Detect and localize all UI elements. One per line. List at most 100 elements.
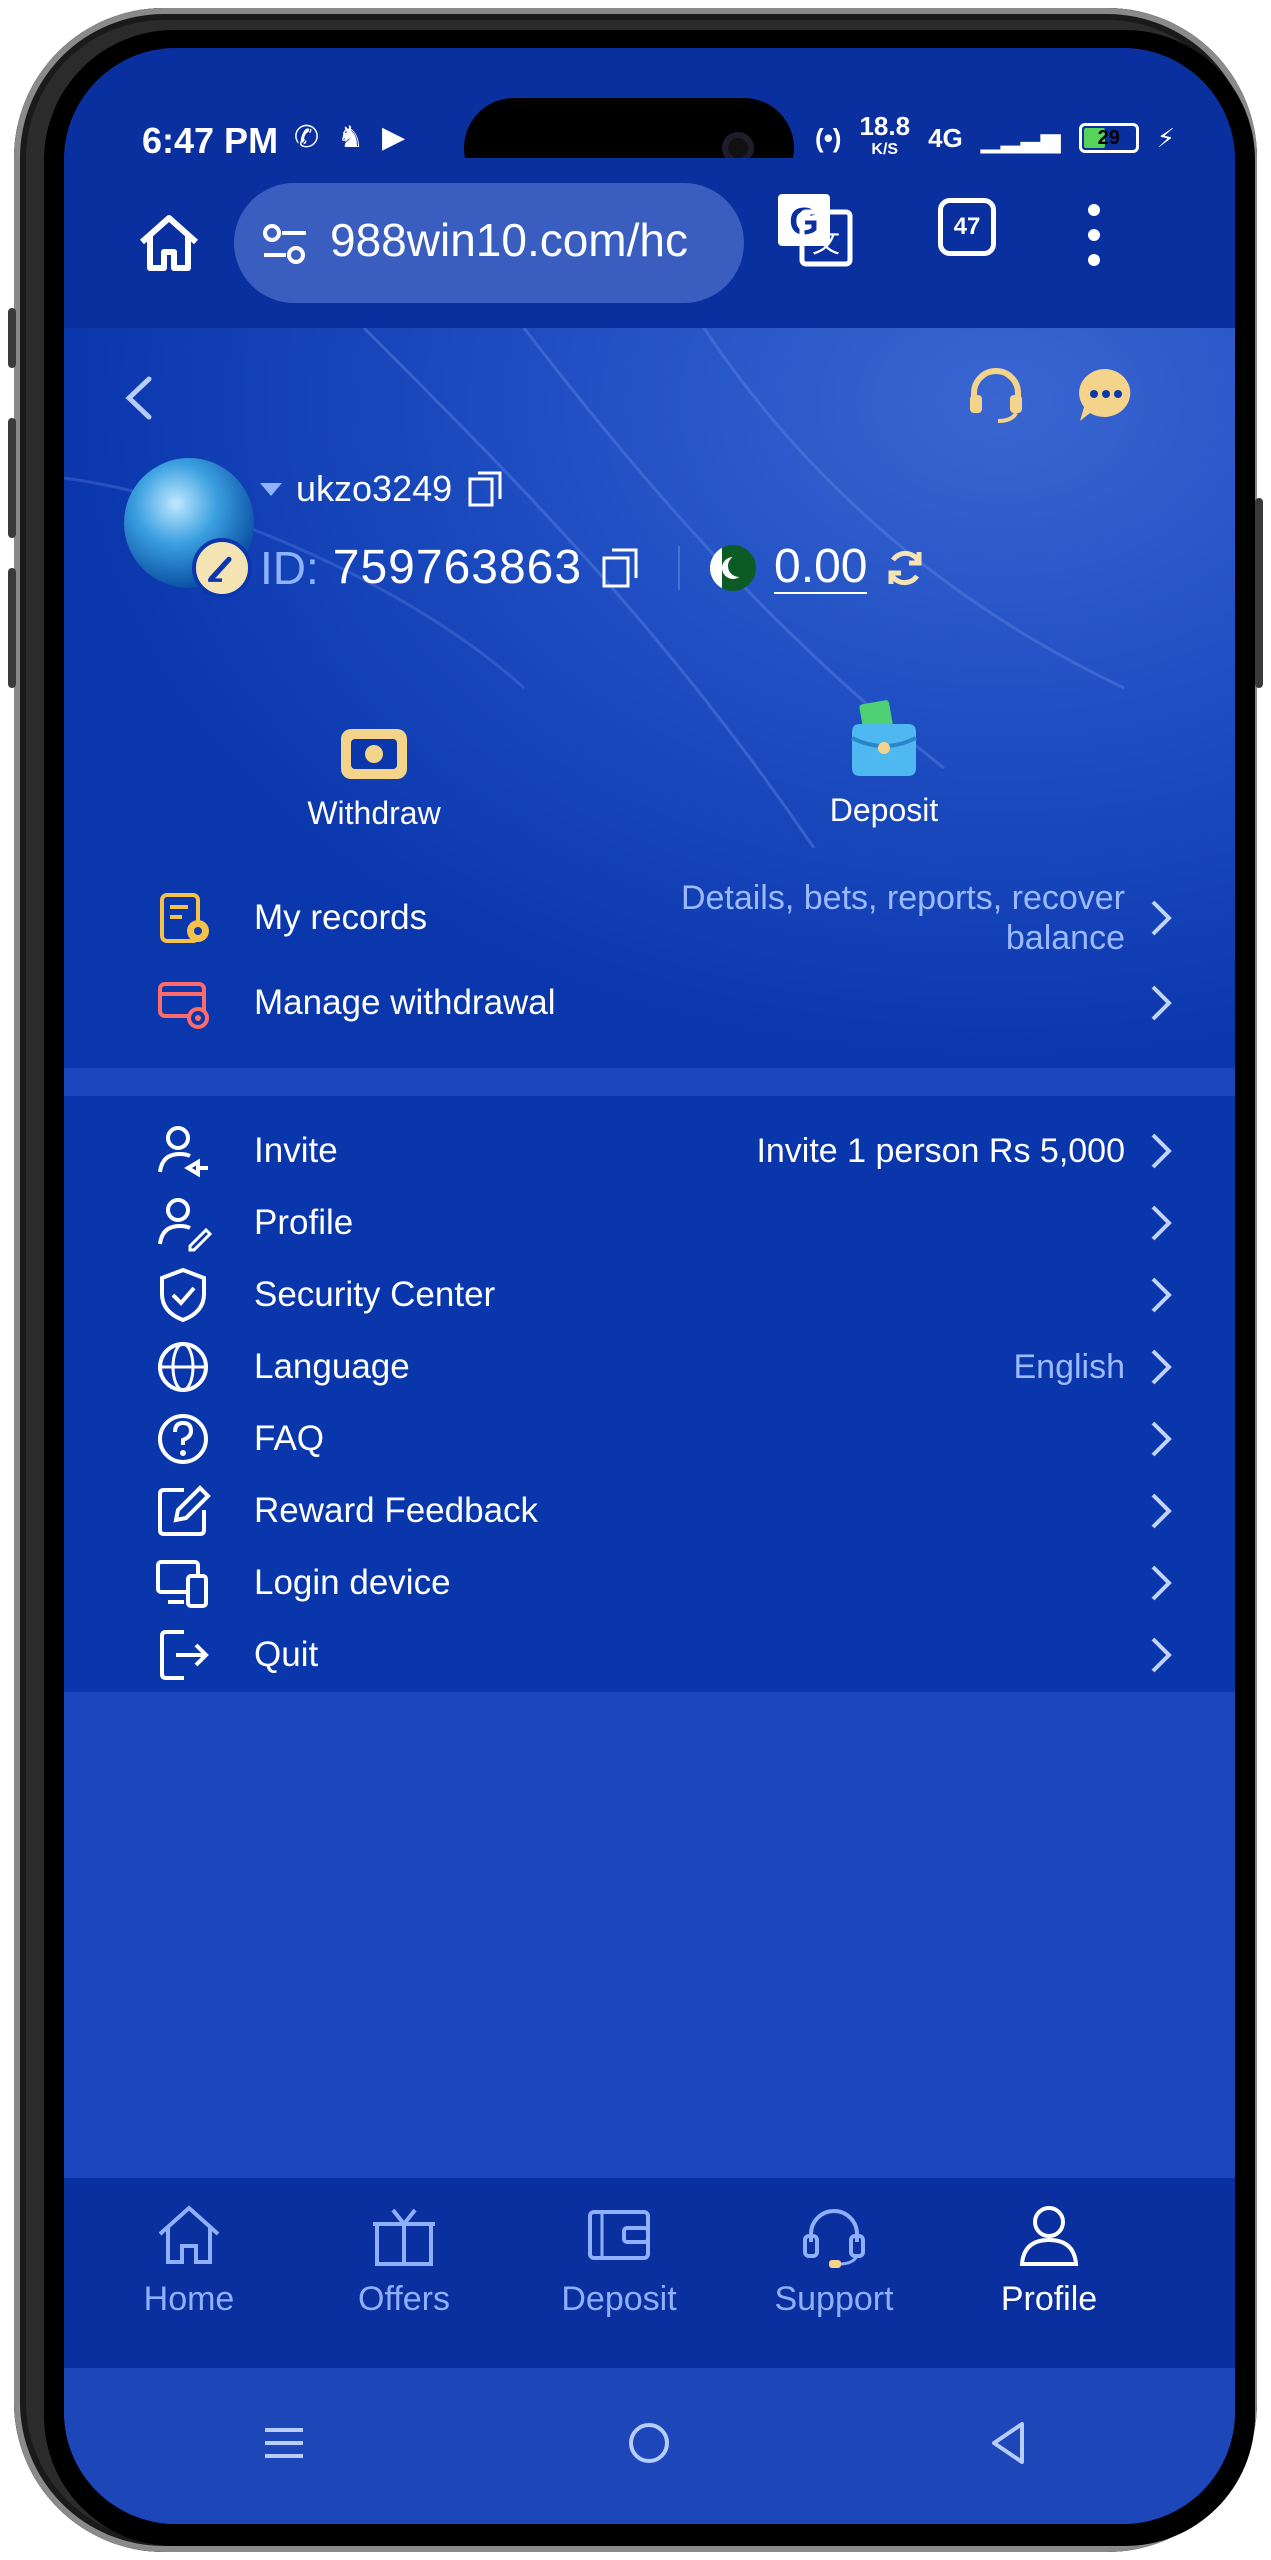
chevron-right-icon [1151,1637,1172,1673]
home-icon [158,2205,220,2264]
headset-icon [803,2209,865,2268]
language-value: English [1013,1347,1125,1386]
screen: 6:47 PM ✆ ♞ ▶ (•) 18.8 K/S 4G ▁▂▃▅ 29 ⚡ [64,48,1235,2524]
divider [678,545,681,590]
profile-page: ukzo3249 ID: 759763863 0.00 Withdraw Dep… [64,328,1235,2228]
chevron-right-icon [1151,1349,1172,1385]
whatsapp-icon: ✆ [294,121,320,154]
manage-withdrawal-label: Manage withdrawal [254,983,556,1022]
customer-service-icon[interactable] [964,363,1028,427]
profile-label: Profile [254,1203,354,1242]
phone-frame: 6:47 PM ✆ ♞ ▶ (•) 18.8 K/S 4G ▁▂▃▅ 29 ⚡ [8,8,1263,2552]
more-options-icon[interactable] [1084,200,1104,270]
withdraw-label: Withdraw [307,795,441,831]
login-device-label: Login device [254,1563,451,1602]
balance-value: 0.00 [774,539,868,594]
url-text: 988win10.com/hc [330,214,688,266]
translate-icon[interactable]: G 文 [774,188,854,268]
id-label: ID: [260,541,319,594]
snapchat-icon: ♞ [337,121,365,154]
nav-support-label: Support [774,2280,894,2318]
svg-text:文: 文 [812,226,840,259]
chevron-right-icon [1151,1133,1172,1169]
reward-feedback-label: Reward Feedback [254,1491,539,1530]
nav-home-label: Home [143,2280,235,2318]
withdraw-icon [341,729,407,779]
hotspot-icon: (•) [815,122,842,153]
chevron-right-icon [1151,1565,1172,1601]
youtube-icon: ▶ [382,121,406,154]
card-gear-icon [158,982,209,1029]
copy-id-icon[interactable] [600,546,640,590]
signal-label: 4G [928,122,963,153]
records-icon [160,893,209,943]
address-bar[interactable]: 988win10.com/hc [234,183,744,303]
tabs-icon[interactable]: 47 [938,198,996,256]
notification-icons: ✆ ♞ ▶ [294,120,405,155]
manage-withdrawal-row[interactable]: Manage withdrawal [64,948,1235,1058]
nav-profile[interactable]: Profile [949,2202,1149,2319]
records-label: My records [254,898,428,937]
volume-up-button [8,418,16,538]
chat-icon[interactable] [1074,363,1138,427]
browser-toolbar: 988win10.com/hc G 文 47 [64,158,1235,328]
dropdown-arrow-icon[interactable] [260,482,282,496]
bottom-navigation: Home Offers Deposit Support Profile [64,2178,1235,2368]
net-speed: 18.8 K/S [859,111,911,162]
system-navigation [64,2368,1235,2524]
records-description: Details, bets, reports, recover balance [680,879,1125,957]
home-button-icon[interactable] [624,2418,674,2468]
net-speed-value: 18.8 [859,111,911,141]
username-row: ukzo3249 [260,468,504,510]
nav-offers[interactable]: Offers [304,2202,504,2319]
nav-offers-label: Offers [358,2280,450,2318]
recent-apps-icon[interactable] [259,2418,309,2468]
charging-icon: ⚡ [1156,122,1175,153]
chevron-right-icon [1151,985,1172,1021]
copy-username-icon[interactable] [466,469,504,509]
signal-icon: ▁▂▃▅ [980,122,1061,153]
back-button-icon[interactable] [984,2418,1034,2468]
status-right: (•) 18.8 K/S 4G ▁▂▃▅ 29 ⚡ [815,111,1175,162]
deposit-action-button[interactable]: Deposit [784,698,984,829]
user-id: 759763863 [332,541,583,594]
volume-down-button [8,568,16,688]
side-button [8,308,16,368]
edit-avatar-icon[interactable] [192,538,252,598]
deposit-action-label: Deposit [829,792,939,828]
site-settings-icon[interactable] [260,221,310,267]
chevron-right-icon [1151,900,1172,936]
username: ukzo3249 [296,468,453,509]
browser-home-icon[interactable] [134,208,204,278]
invite-value: Invite 1 person Rs 5,000 [756,1131,1125,1170]
nav-deposit[interactable]: Deposit [519,2202,719,2319]
status-time: 6:47 PM [142,120,279,161]
nav-profile-label: Profile [1000,2280,1098,2318]
nav-support[interactable]: Support [734,2202,934,2319]
battery-level: 29 [1097,127,1120,149]
id-balance-row: ID: 759763863 0.00 [260,540,927,595]
settings-list: Invite Invite 1 person Rs 5,000 Profile [64,1096,1235,1692]
battery-icon: 29 [1078,123,1139,153]
pakistan-flag-icon [710,544,757,591]
nav-home[interactable]: Home [89,2202,289,2319]
chevron-right-icon [1151,1493,1172,1529]
chevron-right-icon [1151,1205,1172,1241]
back-arrow-icon[interactable] [119,373,159,423]
faq-label: FAQ [254,1419,325,1458]
security-center-label: Security Center [254,1275,496,1314]
quit-label: Quit [254,1635,319,1674]
refresh-balance-icon[interactable] [883,546,927,590]
chevron-right-icon [1151,1277,1172,1313]
account-header: ukzo3249 ID: 759763863 0.00 Withdraw Dep… [64,328,1235,1068]
invite-label: Invite [254,1131,338,1170]
chevron-right-icon [1151,1421,1172,1457]
wallet-icon [588,2210,650,2260]
page-bottom-area [64,1692,1235,2228]
deposit-wallet-icon [851,700,917,776]
nav-deposit-label: Deposit [561,2280,677,2318]
withdraw-button[interactable]: Withdraw [274,723,474,832]
logout-icon [160,1630,209,1680]
power-button [1255,498,1263,688]
language-label: Language [254,1347,410,1386]
